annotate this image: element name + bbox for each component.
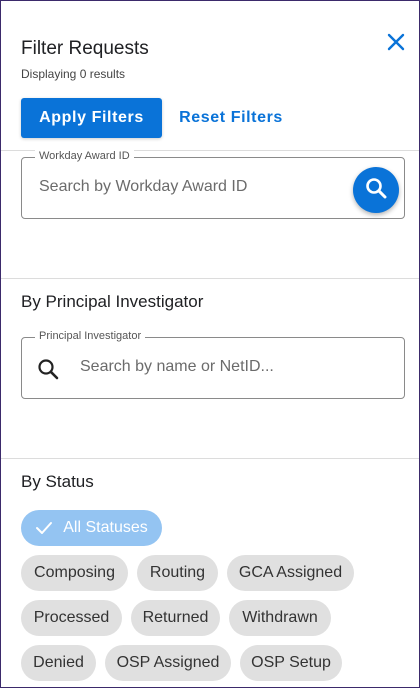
- status-chip-osp-assigned[interactable]: OSP Assigned: [105, 645, 231, 681]
- apply-filters-button[interactable]: Apply Filters: [21, 98, 162, 138]
- status-chip-gca-assigned[interactable]: GCA Assigned: [227, 555, 354, 591]
- pi-section-heading: By Principal Investigator: [21, 292, 204, 311]
- status-chip-label: GCA Assigned: [238, 564, 343, 581]
- pi-search-input[interactable]: Search by name or NetID...: [80, 358, 274, 376]
- pi-field[interactable]: Principal Investigator Search by name or…: [21, 330, 405, 399]
- status-chip-denied[interactable]: Denied: [21, 645, 96, 681]
- pi-label: Principal Investigator: [35, 330, 146, 342]
- status-chip-label: All Statuses: [63, 519, 148, 536]
- status-chip-all[interactable]: All Statuses: [21, 510, 162, 546]
- status-chip-processed[interactable]: Processed: [21, 600, 122, 636]
- status-chip-label: Routing: [149, 564, 206, 581]
- award-id-input[interactable]: Search by Workday Award ID: [39, 178, 247, 196]
- status-chip-label: Withdrawn: [242, 609, 318, 626]
- award-id-field[interactable]: Workday Award ID Search by Workday Award…: [21, 150, 405, 219]
- status-chip-label: OSP Assigned: [116, 654, 220, 671]
- close-button[interactable]: [383, 31, 409, 57]
- award-search-button[interactable]: [353, 167, 399, 213]
- status-chip-label: OSP Setup: [251, 654, 331, 671]
- reset-filters-button[interactable]: Reset Filters: [168, 98, 294, 138]
- status-chip-label: Denied: [33, 654, 84, 671]
- close-icon: [387, 33, 405, 56]
- status-chip-label: Composing: [34, 564, 115, 581]
- award-id-label: Workday Award ID: [35, 150, 134, 162]
- result-count: Displaying 0 results: [21, 67, 126, 81]
- search-icon: [364, 176, 388, 205]
- status-chip-label: Processed: [33, 609, 110, 626]
- status-chip-returned[interactable]: Returned: [131, 600, 220, 636]
- status-chip-composing[interactable]: Composing: [21, 555, 128, 591]
- divider: [1, 278, 419, 279]
- status-chip-osp-setup[interactable]: OSP Setup: [240, 645, 342, 681]
- filter-header: Filter Requests Displaying 0 results App…: [1, 1, 419, 151]
- divider: [1, 458, 419, 459]
- status-chip-withdrawn[interactable]: Withdrawn: [229, 600, 331, 636]
- search-icon: [36, 357, 60, 381]
- panel-title: Filter Requests: [21, 38, 149, 59]
- filter-panel: Filter Requests Displaying 0 results App…: [0, 0, 420, 688]
- check-icon: [35, 521, 53, 535]
- status-chip-routing[interactable]: Routing: [137, 555, 218, 591]
- status-chip-label: Returned: [142, 609, 209, 626]
- status-section-heading: By Status: [21, 472, 94, 491]
